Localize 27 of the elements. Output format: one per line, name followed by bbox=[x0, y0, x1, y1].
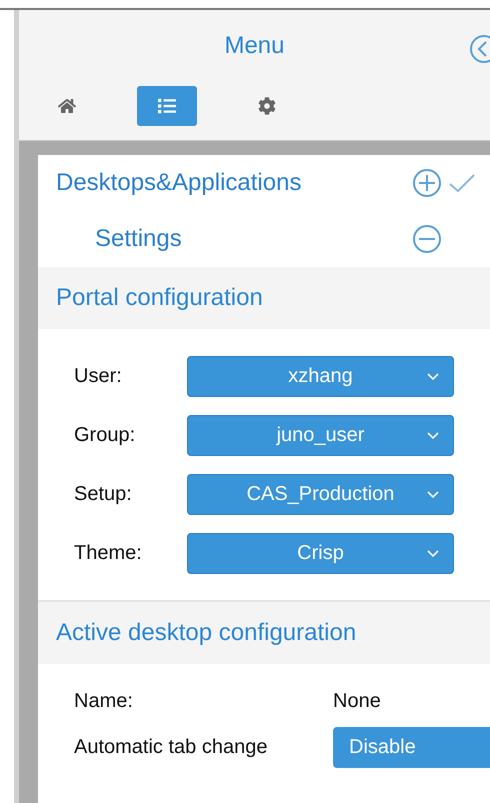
field-label: Automatic tab change bbox=[74, 736, 268, 759]
field-label: Group: bbox=[74, 424, 136, 447]
disable-button[interactable]: Disable bbox=[333, 727, 490, 768]
caret-icon bbox=[427, 432, 439, 440]
tree-item[interactable]: Desktops&Applications bbox=[56, 169, 412, 197]
dropdown[interactable]: Crisp bbox=[187, 533, 454, 574]
field-label: Theme: bbox=[74, 542, 143, 565]
dropdown[interactable]: CAS_Production bbox=[187, 474, 454, 515]
field-label: Name: bbox=[74, 690, 134, 713]
field-label: User: bbox=[74, 365, 123, 388]
section-title: Active desktop configuration bbox=[56, 619, 356, 647]
field-label: Setup: bbox=[74, 483, 133, 506]
list-icon bbox=[158, 97, 176, 115]
dropdown[interactable]: xzhang bbox=[187, 356, 454, 397]
home-icon bbox=[58, 97, 76, 115]
menu-tab[interactable] bbox=[137, 86, 197, 126]
tree-item[interactable]: Settings bbox=[95, 225, 412, 253]
caret-icon bbox=[427, 550, 439, 558]
caret-icon bbox=[427, 373, 439, 381]
field-value: None bbox=[333, 690, 381, 713]
section-title: Portal configuration bbox=[56, 284, 263, 312]
settings-icon bbox=[258, 97, 276, 115]
minus-circle-icon[interactable] bbox=[412, 224, 442, 254]
plus-circle-icon[interactable] bbox=[412, 168, 442, 198]
menu-title: Menu bbox=[224, 32, 285, 60]
caret-icon bbox=[427, 491, 439, 499]
dropdown[interactable]: juno_user bbox=[187, 415, 454, 456]
